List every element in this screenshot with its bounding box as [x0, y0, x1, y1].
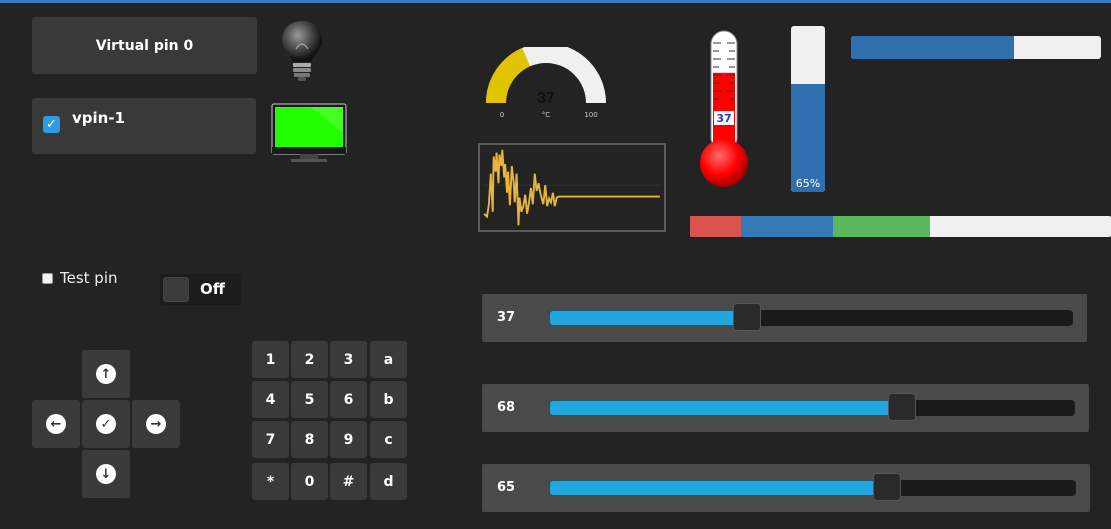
horizontal-progress-fill	[851, 36, 1014, 59]
vertical-level-bar: 65%	[791, 26, 825, 192]
keypad-key[interactable]: d	[370, 463, 407, 500]
gauge: 37 0 °C 100	[486, 47, 606, 119]
check-icon: ✓	[96, 414, 116, 434]
keypad-key[interactable]: 1	[252, 341, 289, 378]
dpad-up-button[interactable]: ↑	[82, 350, 130, 398]
arrow-right-icon: →	[146, 414, 166, 434]
thermometer: 37	[700, 30, 748, 187]
slider-3-handle[interactable]	[873, 473, 902, 501]
slider-2-handle[interactable]	[887, 393, 916, 421]
vpin-1-label: vpin-1	[72, 109, 125, 127]
slider-1-handle[interactable]	[732, 303, 761, 331]
gauge-unit-label: °C	[542, 111, 551, 119]
keypad-key[interactable]: 8	[291, 421, 328, 458]
slider-2-track[interactable]	[549, 393, 1075, 421]
keypad-key[interactable]: b	[370, 381, 407, 418]
gauge-fill	[486, 47, 531, 104]
keypad-key[interactable]: 2	[291, 341, 328, 378]
vpin-1-checkbox[interactable]: ✓ vpin-1	[32, 98, 256, 154]
thermometer-value: 37	[716, 112, 731, 125]
dpad-down-button[interactable]: ↓	[82, 450, 130, 498]
arrow-down-icon: ↓	[96, 464, 116, 484]
toggle-label: Off	[200, 280, 225, 298]
horizontal-progress-bar	[851, 36, 1101, 59]
chart-series-line	[483, 149, 660, 226]
slider-3-value: 65	[497, 480, 516, 495]
slider-1[interactable]: 37	[482, 294, 1087, 342]
dpad-left-button[interactable]: ←	[32, 400, 80, 448]
stacked-bar-segment	[740, 216, 834, 237]
slider-2-value: 68	[497, 400, 516, 415]
keypad-key[interactable]: 9	[330, 421, 367, 458]
slider-1-track[interactable]	[549, 303, 1073, 331]
gauge-min-label: 0	[500, 111, 504, 119]
checkbox-checked-icon[interactable]: ✓	[43, 116, 60, 133]
gauge-max-label: 100	[584, 111, 597, 119]
line-chart	[478, 143, 666, 232]
keypad-key[interactable]: a	[370, 341, 407, 378]
test-pin-checkbox[interactable]: Test pin	[42, 268, 118, 288]
keypad-key[interactable]: 4	[252, 381, 289, 418]
keypad-key[interactable]: 6	[330, 381, 367, 418]
keypad-key[interactable]: 0	[291, 463, 328, 500]
toggle-switch[interactable]: Off	[160, 274, 241, 305]
toggle-knob[interactable]	[163, 277, 189, 302]
slider-1-value: 37	[497, 310, 516, 325]
checkbox-unchecked-icon[interactable]	[42, 272, 53, 284]
keypad-key[interactable]: 3	[330, 341, 367, 378]
stacked-bar-segment	[833, 216, 930, 237]
light-bulb-icon	[282, 21, 322, 81]
slider-3-track[interactable]	[549, 473, 1076, 501]
slider-2-fill	[549, 400, 902, 416]
arrow-left-icon: ←	[46, 414, 66, 434]
vertical-level-fill	[791, 84, 825, 192]
slider-3[interactable]: 65	[482, 464, 1090, 512]
slider-3-fill	[549, 480, 888, 496]
dpad-center-button[interactable]: ✓	[82, 400, 130, 448]
keypad-key[interactable]: 7	[252, 421, 289, 458]
slider-1-fill	[549, 310, 747, 326]
virtual-pin-0-label: Virtual pin 0	[95, 37, 194, 54]
dpad-right-button[interactable]: →	[132, 400, 180, 448]
monitor-icon	[271, 103, 347, 162]
keypad-key[interactable]: #	[330, 463, 367, 500]
stacked-bar-segment	[690, 216, 741, 237]
keypad-key[interactable]: *	[252, 463, 289, 500]
gauge-value: 37	[537, 90, 555, 107]
test-pin-label: Test pin	[60, 269, 118, 287]
stacked-progress-bar	[690, 216, 1111, 237]
slider-2[interactable]: 68	[482, 384, 1089, 432]
vertical-level-label: 65%	[795, 177, 821, 190]
virtual-pin-0-button[interactable]: Virtual pin 0	[32, 17, 257, 74]
keypad-key[interactable]: c	[370, 421, 407, 458]
keypad-key[interactable]: 5	[291, 381, 328, 418]
arrow-up-icon: ↑	[96, 364, 116, 384]
